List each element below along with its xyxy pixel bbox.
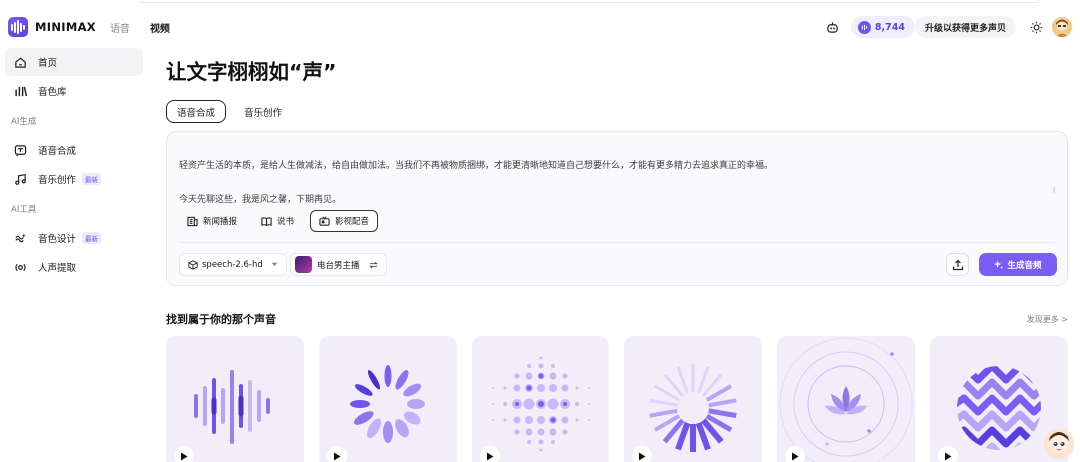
section-title: 找到属于你的那个声音 [166,313,276,326]
book-icon [261,216,272,227]
main-content: 让文字栩栩如“声” 语音合成 音乐创作 轻资产生活的本质，是给人生做减法，给自由… [166,58,1068,462]
chevron-down-icon [271,262,278,267]
browser-chrome-edge [140,0,1040,3]
sidebar-item-speech-synthesis[interactable]: 语音合成 [5,136,143,164]
voice-name: 电台男主播 [317,260,360,271]
theme-toggle-sun-icon[interactable] [1026,17,1046,37]
sidebar-item-label: 人声提取 [38,263,77,274]
model-select[interactable]: speech-2.6-hd [179,253,287,276]
chip-label: 影视配音 [335,217,370,227]
mode-tabs: 语音合成 音乐创作 [166,100,1068,123]
credit-count: 8,744 [874,21,905,33]
chip-news-broadcast[interactable]: 新闻播报 [179,210,245,232]
voice-select[interactable]: 电台男主播 [290,253,387,276]
sidebar-item-voice-library[interactable]: 音色库 [5,77,143,105]
voice-card[interactable] [318,336,457,462]
tab-music-creation[interactable]: 音乐创作 [234,100,292,123]
radial-petals-art [349,365,425,443]
section-label-ai-tools: AI工具 [11,205,37,215]
voice-design-icon [14,232,27,245]
section-label-ai-generation: AI生成 [11,117,37,127]
editor-scrollbar[interactable] [1053,187,1055,193]
nav-voice[interactable]: 语音 [110,20,130,35]
sidebar-item-label: 音色设计 [38,234,77,245]
new-badge: 最新 [82,232,102,244]
scene-chips: 新闻播报 说书 影视配音 [179,210,379,232]
play-icon[interactable] [479,446,500,462]
swap-icon [368,261,378,269]
play-icon[interactable] [174,446,194,462]
vocal-extract-icon [14,261,27,274]
robot-icon[interactable] [823,17,843,37]
generate-audio-button[interactable]: 生成音频 [979,253,1057,276]
sidebar: 首页 音色库 AI生成 语音合成 音乐创作 最新 AI工具 音色设计 最新 人声… [5,48,143,282]
waveform-art [194,370,270,444]
speech-synthesis-icon [14,144,27,157]
voice-cards [166,336,1068,462]
sidebar-item-home[interactable]: 首页 [5,48,143,76]
tab-speech-synthesis[interactable]: 语音合成 [166,100,227,123]
upload-button[interactable] [946,253,969,276]
chip-label: 说书 [277,217,295,227]
voice-card[interactable] [166,336,304,462]
voices-section-header: 找到属于你的那个声音 发现更多 > [166,309,1068,329]
credit-coin-icon [857,20,871,34]
editor-line-1: 轻资产生活的本质，是给人生做减法，给自由做加法。当我们不再被物质捆绑，才能更清晰… [179,161,774,171]
editor-divider [179,242,1055,243]
sidebar-item-music-creation[interactable]: 音乐创作 最新 [5,165,143,193]
text-editor-panel: 轻资产生活的本质，是给人生做减法，给自由做加法。当我们不再被物质捆绑，才能更清晰… [166,131,1068,286]
new-badge: 最新 [82,173,102,185]
sidebar-item-label: 音色库 [38,87,67,98]
voice-card[interactable] [624,336,763,462]
cube-icon [188,259,198,270]
voice-library-icon [14,85,27,98]
generate-label: 生成音频 [1007,260,1042,271]
model-name: speech-2.6-hd [202,259,263,270]
sidebar-item-vocal-extraction[interactable]: 人声提取 [5,253,143,281]
upgrade-button[interactable]: 升级以获得更多声贝 [914,16,1016,38]
chip-storytelling[interactable]: 说书 [253,210,302,232]
upload-icon [952,259,964,271]
minimax-logo-icon[interactable] [8,17,28,37]
lotus-art [779,337,913,462]
voice-card[interactable] [471,336,610,462]
news-icon [187,216,198,227]
music-note-icon [14,173,27,186]
voice-avatar [295,256,312,273]
sidebar-item-voice-design[interactable]: 音色设计 最新 [5,224,143,252]
sunburst-art [649,364,738,452]
brand-name[interactable]: MINIMAX [35,20,96,34]
text-input-area[interactable]: 轻资产生活的本质，是给人生做减法，给自由做加法。当我们不再被物质捆绑，才能更清晰… [179,149,1049,217]
sidebar-item-label: 首页 [38,58,58,69]
discover-more-link[interactable]: 发现更多 > [1027,314,1068,325]
dot-grid-art [491,356,590,452]
home-icon [14,56,27,69]
sparkle-icon [994,260,1003,269]
chip-label: 新闻播报 [203,217,238,227]
play-icon[interactable] [632,446,653,462]
user-avatar[interactable] [1052,17,1072,37]
voice-card[interactable] [777,336,916,462]
sidebar-item-label: 语音合成 [38,146,77,157]
play-icon[interactable] [326,446,347,462]
assistant-avatar[interactable] [1044,429,1074,459]
credits-pill[interactable]: 8,744 [850,16,915,38]
play-icon[interactable] [938,446,959,462]
top-header: MINIMAX 语音 视频 8,744 升级以获得更多声贝 [8,14,1072,40]
chip-film-dubbing[interactable]: 影视配音 [310,210,379,232]
tv-icon [319,216,330,227]
nav-video[interactable]: 视频 [150,20,170,35]
play-icon[interactable] [785,446,806,462]
page-title: 让文字栩栩如“声” [166,60,337,84]
sidebar-item-label: 音乐创作 [38,175,77,186]
